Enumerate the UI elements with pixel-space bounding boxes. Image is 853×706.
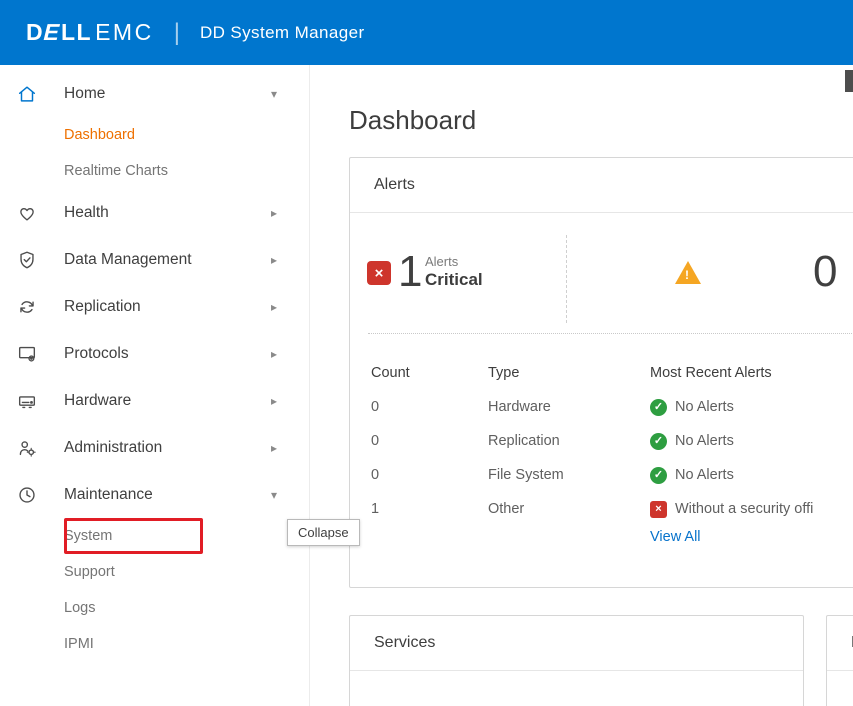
services-card: Services	[349, 615, 804, 706]
sidebar-item-label: Health	[64, 204, 267, 222]
sidebar-item-label: Maintenance	[64, 486, 267, 504]
sidebar-item-label: Data Management	[64, 251, 267, 269]
heart-icon	[16, 202, 38, 224]
chevron-right-icon[interactable]: ▸	[267, 206, 281, 220]
sync-arrows-icon	[16, 296, 38, 318]
chevron-right-icon[interactable]: ▸	[267, 253, 281, 267]
sidebar-item-health[interactable]: Health ▸	[0, 189, 309, 236]
sidebar-item-protocols[interactable]: Protocols ▸	[0, 330, 309, 377]
sidebar-item-label: Replication	[64, 298, 267, 316]
ok-status-icon: ✓	[650, 433, 667, 450]
sidebar-item-replication[interactable]: Replication ▸	[0, 283, 309, 330]
sidebar-item-label: Protocols	[64, 345, 267, 363]
column-header-count: Count	[371, 356, 488, 390]
scrollbar-thumb[interactable]	[845, 70, 853, 92]
sidebar-item-maintenance[interactable]: Maintenance ▾	[0, 471, 309, 518]
warning-alert-icon: !	[675, 261, 701, 284]
row-hardware-status: ✓ No Alerts	[650, 390, 853, 424]
status-text: No Alerts	[675, 390, 734, 424]
alerts-card: Alerts × 1 Alerts Critical ! 0 Count Typ…	[349, 157, 853, 588]
sidebar-item-support[interactable]: Support	[0, 554, 309, 590]
status-text: Without a security offi	[675, 492, 813, 526]
page-title: Dashboard	[349, 105, 476, 136]
user-gear-icon	[16, 437, 38, 459]
partial-right-card: H	[826, 615, 853, 706]
sidebar-collapse-button[interactable]: Collapse	[287, 519, 360, 546]
critical-label-bottom: Critical	[425, 270, 483, 290]
home-icon	[16, 83, 38, 105]
row-other-count: 1	[371, 492, 488, 526]
alerts-table: Count Type Most Recent Alerts 0 Hardware…	[371, 356, 853, 526]
sidebar-item-dashboard[interactable]: Dashboard	[0, 117, 309, 153]
chevron-down-icon[interactable]: ▾	[267, 488, 281, 502]
alerts-summary: × 1 Alerts Critical ! 0	[350, 213, 853, 335]
row-hardware-count: 0	[371, 390, 488, 424]
sidebar-item-home[interactable]: Home ▾	[0, 70, 309, 117]
sidebar-item-realtime-charts[interactable]: Realtime Charts	[0, 153, 309, 189]
dell-emc-logo: DELL EMC	[26, 19, 154, 46]
status-text: No Alerts	[675, 424, 734, 458]
clock-icon	[16, 484, 38, 506]
server-drive-icon	[16, 390, 38, 412]
brand-emc: EMC	[95, 19, 154, 46]
row-replication-type: Replication	[488, 424, 650, 458]
row-other-status: × Without a security offi	[650, 492, 853, 526]
ok-status-icon: ✓	[650, 467, 667, 484]
row-filesystem-count: 0	[371, 458, 488, 492]
column-header-most-recent: Most Recent Alerts	[650, 356, 853, 390]
ok-status-icon: ✓	[650, 399, 667, 416]
row-other-type: Other	[488, 492, 650, 526]
critical-status-icon: ×	[650, 501, 667, 518]
sidebar-item-label: Administration	[64, 439, 267, 457]
brand-dell: DELL	[26, 19, 92, 46]
sidebar-item-data-management[interactable]: Data Management ▸	[0, 236, 309, 283]
sidebar-item-label: Home	[64, 85, 267, 103]
row-replication-status: ✓ No Alerts	[650, 424, 853, 458]
chevron-down-icon[interactable]: ▾	[267, 87, 281, 101]
critical-alert-count: 1	[398, 250, 422, 294]
services-card-title: Services	[350, 616, 803, 671]
shield-check-icon	[16, 249, 38, 271]
alerts-card-title: Alerts	[350, 158, 853, 213]
protocols-icon	[16, 343, 38, 365]
sidebar-item-system[interactable]: System	[0, 518, 309, 554]
row-filesystem-status: ✓ No Alerts	[650, 458, 853, 492]
row-replication-count: 0	[371, 424, 488, 458]
chevron-right-icon[interactable]: ▸	[267, 300, 281, 314]
sidebar-item-logs[interactable]: Logs	[0, 590, 309, 626]
sidebar-nav: Home ▾ Dashboard Realtime Charts Health …	[0, 65, 310, 706]
chevron-right-icon[interactable]: ▸	[267, 347, 281, 361]
critical-alert-icon: ×	[367, 261, 391, 285]
critical-alert-labels: Alerts Critical	[425, 254, 483, 290]
main-content: Dashboard Alerts × 1 Alerts Critical ! 0…	[311, 65, 853, 706]
chevron-right-icon[interactable]: ▸	[267, 441, 281, 455]
partial-card-title: H	[827, 616, 853, 671]
summary-table-divider	[368, 333, 853, 334]
app-title: DD System Manager	[200, 23, 365, 43]
sidebar-item-hardware[interactable]: Hardware ▸	[0, 377, 309, 424]
header-separator: |	[174, 19, 180, 47]
sidebar-item-label: Hardware	[64, 392, 267, 410]
row-hardware-type: Hardware	[488, 390, 650, 424]
top-header: DELL EMC | DD System Manager	[0, 0, 853, 65]
critical-label-top: Alerts	[425, 254, 483, 270]
app-window: DELL EMC | DD System Manager Home ▾ Dash…	[0, 0, 853, 706]
view-all-link[interactable]: View All	[650, 529, 701, 545]
status-text: No Alerts	[675, 458, 734, 492]
sidebar-item-administration[interactable]: Administration ▸	[0, 424, 309, 471]
sidebar-item-ipmi[interactable]: IPMI	[0, 626, 309, 662]
column-header-type: Type	[488, 356, 650, 390]
summary-divider	[566, 235, 567, 323]
warning-alert-count: 0	[813, 250, 837, 294]
row-filesystem-type: File System	[488, 458, 650, 492]
chevron-right-icon[interactable]: ▸	[267, 394, 281, 408]
